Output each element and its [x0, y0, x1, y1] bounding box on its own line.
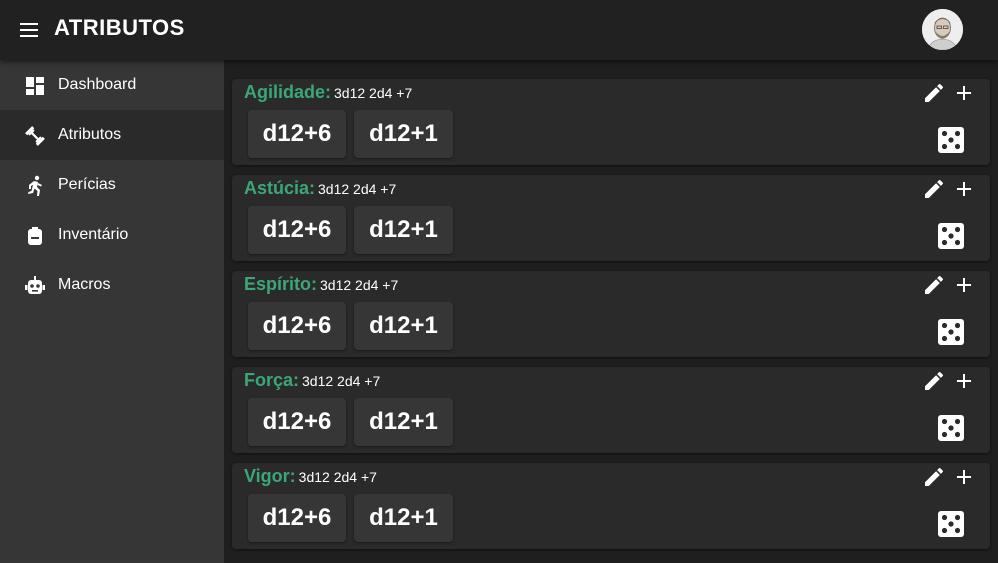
- plus-icon[interactable]: [952, 465, 976, 489]
- pencil-icon[interactable]: [922, 369, 946, 393]
- attribute-name: Força:: [244, 370, 300, 390]
- sidebar-item-dashboard[interactable]: Dashboard: [0, 60, 224, 110]
- dice-five-icon[interactable]: [936, 125, 966, 155]
- sidebar-item-inventario[interactable]: Inventário: [0, 210, 224, 260]
- attribute-card: Espírito: 3d12 2d4 +7 d12+6 d12+1: [232, 271, 990, 357]
- attribute-card: Astúcia: 3d12 2d4 +7 d12+6 d12+1: [232, 175, 990, 261]
- attribute-formula: 3d12 2d4 +7: [298, 469, 377, 485]
- dumbbell-icon: [24, 125, 46, 147]
- roll-button[interactable]: d12+6: [248, 110, 346, 158]
- dice-five-icon[interactable]: [936, 317, 966, 347]
- attribute-name: Agilidade:: [244, 82, 332, 102]
- dice-five-icon[interactable]: [936, 221, 966, 251]
- pencil-icon[interactable]: [922, 465, 946, 489]
- roll-button[interactable]: d12+1: [354, 494, 453, 542]
- plus-icon[interactable]: [952, 273, 976, 297]
- attribute-name: Vigor:: [244, 466, 296, 486]
- plus-icon[interactable]: [952, 369, 976, 393]
- running-icon: [24, 175, 46, 197]
- roll-button[interactable]: d12+6: [248, 206, 346, 254]
- pencil-icon[interactable]: [922, 81, 946, 105]
- sidebar-item-label: Inventário: [58, 226, 129, 243]
- attribute-formula: 3d12 2d4 +7: [302, 373, 381, 389]
- dice-five-icon[interactable]: [936, 509, 966, 539]
- attribute-header: Astúcia: 3d12 2d4 +7: [244, 178, 396, 199]
- attribute-header: Vigor: 3d12 2d4 +7: [244, 466, 377, 487]
- roll-button[interactable]: d12+6: [248, 398, 346, 446]
- backpack-icon: [24, 225, 46, 247]
- attribute-card: Força: 3d12 2d4 +7 d12+6 d12+1: [232, 367, 990, 453]
- sidebar-item-label: Perícias: [58, 176, 116, 193]
- plus-icon[interactable]: [952, 81, 976, 105]
- sidebar-item-atributos[interactable]: Atributos: [0, 110, 224, 160]
- roll-button[interactable]: d12+6: [248, 302, 346, 350]
- pencil-icon[interactable]: [922, 177, 946, 201]
- plus-icon[interactable]: [952, 177, 976, 201]
- avatar[interactable]: [922, 9, 963, 50]
- robot-icon: [24, 275, 46, 297]
- sidebar-item-macros[interactable]: Macros: [0, 260, 224, 310]
- sidebar-item-pericias[interactable]: Perícias: [0, 160, 224, 210]
- attribute-card: Vigor: 3d12 2d4 +7 d12+6 d12+1: [232, 463, 990, 549]
- attribute-formula: 3d12 2d4 +7: [320, 277, 399, 293]
- dice-five-icon[interactable]: [936, 413, 966, 443]
- attribute-formula: 3d12 2d4 +7: [334, 85, 413, 101]
- roll-button[interactable]: d12+6: [248, 494, 346, 542]
- dashboard-icon: [24, 75, 46, 97]
- roll-button[interactable]: d12+1: [354, 206, 453, 254]
- app-bar: ATRIBUTOS: [0, 0, 998, 60]
- attribute-name: Astúcia:: [244, 178, 316, 198]
- attribute-header: Agilidade: 3d12 2d4 +7: [244, 82, 412, 103]
- roll-button[interactable]: d12+1: [354, 302, 453, 350]
- attribute-name: Espírito:: [244, 274, 318, 294]
- sidebar-item-label: Macros: [58, 276, 111, 293]
- attribute-card: Agilidade: 3d12 2d4 +7 d12+6 d12+1: [232, 79, 990, 165]
- roll-button[interactable]: d12+1: [354, 110, 453, 158]
- sidebar-item-label: Dashboard: [58, 76, 137, 93]
- attributes-list: Agilidade: 3d12 2d4 +7 d12+6 d12+1 Astúci…: [224, 60, 998, 563]
- page-title: ATRIBUTOS: [54, 15, 185, 40]
- attribute-formula: 3d12 2d4 +7: [318, 181, 397, 197]
- sidebar: Dashboard Atributos Perícias Inventário …: [0, 60, 224, 563]
- roll-button[interactable]: d12+1: [354, 398, 453, 446]
- attribute-header: Força: 3d12 2d4 +7: [244, 370, 380, 391]
- menu-icon[interactable]: [18, 19, 42, 41]
- pencil-icon[interactable]: [922, 273, 946, 297]
- sidebar-item-label: Atributos: [58, 126, 122, 143]
- attribute-header: Espírito: 3d12 2d4 +7: [244, 274, 398, 295]
